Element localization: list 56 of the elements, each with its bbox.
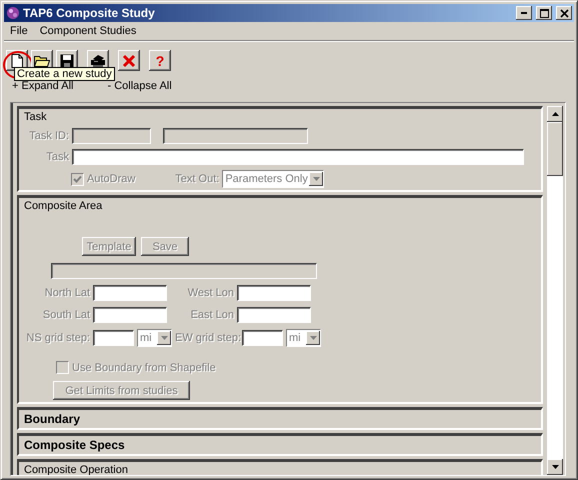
- scroll-up-button[interactable]: [547, 106, 563, 122]
- menu-item[interactable]: File: [4, 25, 34, 37]
- checkbox-label: Use Boundary from Shapefile: [72, 362, 216, 374]
- field-label: NS grid step:: [25, 332, 90, 344]
- section-header[interactable]: Task: [24, 111, 536, 123]
- task-id-field[interactable]: [163, 128, 308, 144]
- section-header[interactable]: Boundary: [24, 412, 536, 426]
- printer-icon: [90, 54, 106, 67]
- close-button[interactable]: [556, 6, 572, 20]
- field-label: East Lon: [190, 309, 234, 321]
- task-field[interactable]: [72, 149, 524, 165]
- task-id-field[interactable]: [72, 128, 151, 144]
- area-name-field[interactable]: [51, 263, 317, 279]
- dropdown-arrow-icon: [160, 336, 168, 340]
- minimize-button[interactable]: [516, 6, 532, 20]
- grid-step-field[interactable]: [242, 330, 283, 346]
- maximize-icon: [540, 8, 548, 18]
- coordinate-field[interactable]: [237, 285, 311, 301]
- scroll-thumb[interactable]: [547, 122, 563, 176]
- toolbar-button[interactable]: [118, 50, 140, 71]
- tooltip: Create a new study: [14, 67, 115, 81]
- maximize-button[interactable]: [536, 6, 552, 20]
- expand-all-link[interactable]: + Expand All: [12, 80, 74, 95]
- text-out-dropdown[interactable]: Parameters Only: [222, 170, 324, 188]
- app-icon: [6, 6, 20, 20]
- delete-icon: [122, 54, 136, 68]
- checkbox-label: AutoDraw: [87, 173, 136, 185]
- field-label: South Lat: [42, 309, 90, 321]
- coordinate-field[interactable]: [237, 307, 311, 323]
- field-label: Text Out:: [175, 173, 220, 185]
- unit-dropdown[interactable]: mi: [286, 329, 321, 347]
- up-arrow-icon: [552, 112, 558, 116]
- menu-item[interactable]: Component Studies: [34, 25, 142, 37]
- field-label: EW grid step:: [175, 332, 239, 344]
- scroll-down-button[interactable]: [547, 459, 563, 475]
- section-header[interactable]: Composite Area: [24, 200, 536, 212]
- field-label: North Lat: [44, 287, 90, 299]
- document-icon: [11, 54, 23, 68]
- grid-step-field[interactable]: [93, 330, 134, 346]
- collapse-all-link[interactable]: - Collapse All: [107, 80, 172, 95]
- section-header[interactable]: Composite Operation: [24, 464, 536, 475]
- coordinate-field[interactable]: [93, 285, 167, 301]
- dropdown-arrow-icon: [312, 177, 320, 181]
- minimize-icon: [521, 12, 527, 14]
- dropdown-arrow-icon: [310, 336, 316, 340]
- field-label: Task: [45, 151, 69, 163]
- coordinate-field[interactable]: [93, 307, 167, 323]
- section-header[interactable]: Composite Specs: [24, 438, 536, 452]
- window-title: TAP6 Composite Study: [23, 6, 156, 20]
- down-arrow-icon: [552, 465, 558, 469]
- close-icon: [560, 8, 568, 18]
- checkmark-icon: [73, 174, 82, 184]
- field-label: Task ID:: [28, 130, 69, 142]
- field-label: West Lon: [186, 287, 234, 299]
- unit-dropdown[interactable]: mi: [137, 329, 172, 347]
- folder-icon: [34, 54, 50, 67]
